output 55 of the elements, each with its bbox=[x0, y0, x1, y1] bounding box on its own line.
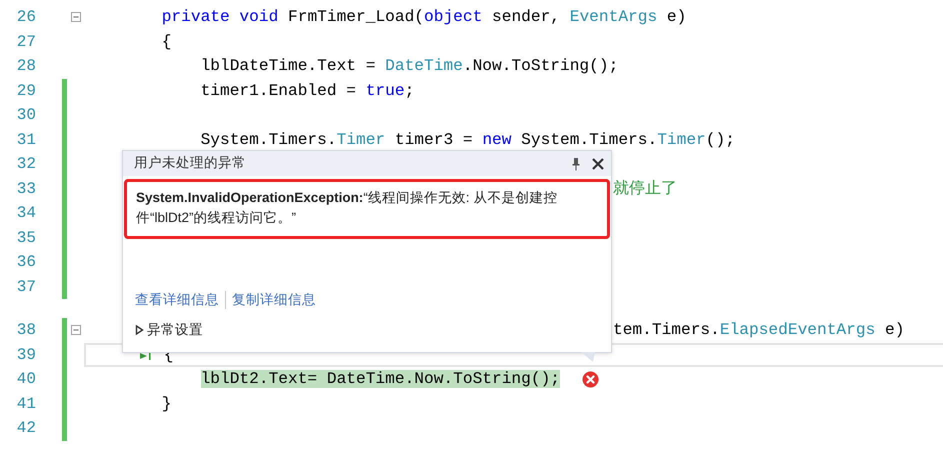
code-token: true bbox=[366, 80, 405, 102]
line-number: 42 bbox=[16, 418, 36, 440]
code-token: EventArgs bbox=[570, 7, 658, 28]
code-token: e) bbox=[884, 320, 904, 342]
line-number: 40 bbox=[16, 369, 36, 390]
code-token: System.Timers. bbox=[200, 130, 337, 151]
line-number: 37 bbox=[16, 276, 36, 298]
code-token: timer1.Enabled = bbox=[200, 80, 357, 102]
line-number: 31 bbox=[16, 130, 36, 151]
line-number: 35 bbox=[16, 228, 36, 249]
line-number: 28 bbox=[16, 56, 36, 78]
line-number: 36 bbox=[16, 252, 36, 274]
code-token: sender, bbox=[491, 7, 562, 28]
exception-settings-toggle[interactable]: 异常设置 bbox=[123, 320, 203, 340]
line-number: 39 bbox=[16, 344, 36, 366]
code-token: } bbox=[160, 394, 172, 415]
code-token: (); bbox=[706, 130, 735, 151]
details-link[interactable]: 查看详细信息 bbox=[135, 290, 219, 310]
line-number: 29 bbox=[16, 80, 36, 102]
details-link[interactable]: 复制详细信息 bbox=[232, 290, 316, 310]
execution-arrow-icon bbox=[140, 350, 152, 360]
code-token: Timer bbox=[657, 130, 706, 151]
code-token: object bbox=[424, 7, 482, 28]
line-number: 32 bbox=[16, 154, 36, 176]
code-token: { bbox=[160, 32, 172, 53]
highlighted-statement: lblDt2.Text= DateTime.Now.ToString(); bbox=[200, 370, 560, 388]
close-icon[interactable] bbox=[591, 156, 605, 170]
line-number: 26 bbox=[16, 7, 36, 28]
line-number: 27 bbox=[16, 32, 36, 53]
line-number: 33 bbox=[16, 178, 36, 200]
code-token: DateTime bbox=[385, 56, 463, 78]
line-number: 41 bbox=[16, 394, 36, 415]
caret-right-icon bbox=[135, 324, 144, 335]
code-token: e) bbox=[666, 7, 686, 28]
code-token: FrmTimer_Load( bbox=[287, 7, 424, 28]
popup-title: 用户未处理的异常 bbox=[134, 154, 247, 172]
code-token: ; bbox=[404, 80, 414, 102]
collapse-icon[interactable] bbox=[70, 325, 80, 336]
code-token: Timer bbox=[336, 130, 386, 151]
code-token: new bbox=[482, 130, 512, 151]
line-number: 30 bbox=[16, 105, 36, 126]
pin-icon[interactable] bbox=[571, 156, 581, 170]
code-token: void bbox=[238, 7, 278, 28]
code-token: tem.Timers. bbox=[613, 320, 720, 342]
code-token: System.Timers. bbox=[520, 130, 658, 151]
code-token: 就停止了 bbox=[613, 178, 677, 200]
collapse-icon[interactable] bbox=[70, 12, 80, 22]
code-token: .Now.ToString(); bbox=[462, 56, 618, 78]
line-number: 38 bbox=[16, 320, 36, 342]
exception-message: System.InvalidOperationException:“线程间操作无效: 从不是创建控件“lblDt2”的线程访问它。” bbox=[136, 189, 558, 227]
line-number: 34 bbox=[16, 203, 36, 224]
code-token: timer3 = bbox=[394, 130, 474, 151]
code-token: private bbox=[160, 7, 230, 28]
code-token: ElapsedEventArgs bbox=[720, 320, 876, 342]
code-token: lblDateTime.Text = bbox=[200, 56, 376, 78]
